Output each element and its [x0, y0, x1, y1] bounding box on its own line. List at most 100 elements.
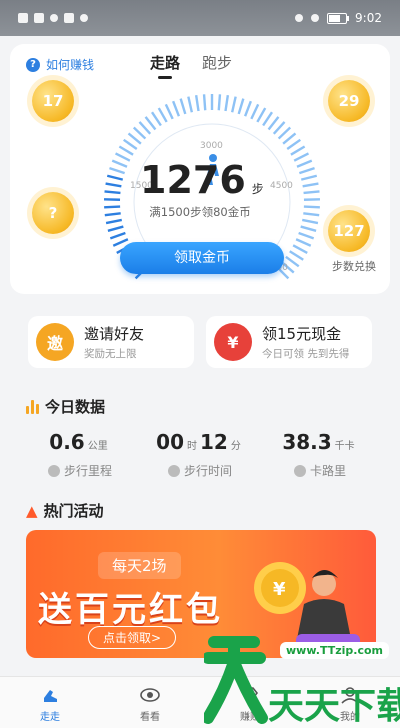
gauge-tick: [267, 116, 280, 131]
gauge-tick: [302, 182, 319, 188]
location-icon: [47, 464, 60, 477]
gauge-tick: [111, 159, 128, 168]
svg-text:¥: ¥: [273, 579, 286, 600]
notification-icon: [50, 14, 58, 22]
gauge-tick: [179, 98, 187, 115]
calories-unit: 千卡: [334, 441, 355, 452]
gauge-tick: [301, 218, 319, 225]
gauge-tick: [286, 138, 301, 151]
claim-coins-button[interactable]: 领取金币: [120, 242, 284, 274]
gauge-tick: [262, 111, 273, 127]
gauge-tick: [290, 145, 306, 156]
gauge-tick: [282, 132, 297, 145]
task-title: 领15元现金: [262, 325, 342, 343]
gauge-tick: [105, 218, 123, 225]
status-bar: 9:02: [0, 0, 400, 36]
bar-chart-icon: [26, 399, 39, 414]
gauge-tick: [144, 116, 157, 131]
gauge-tick: [298, 166, 315, 175]
nav-label: 走走: [40, 711, 60, 723]
tab-walk[interactable]: 走路: [150, 52, 180, 79]
hours-unit: 时: [187, 441, 197, 452]
gauge-tick: [123, 138, 138, 151]
today-data-title: 今日数据: [45, 398, 106, 416]
how-to-earn-label: 如何赚钱: [46, 58, 95, 72]
step-unit: 步: [251, 182, 264, 196]
calories-metric: 38.3 千卡 卡路里: [270, 430, 370, 479]
nav-walk[interactable]: 走走: [0, 677, 100, 728]
question-icon: ?: [26, 57, 40, 72]
fire-icon: ▲: [26, 501, 38, 520]
step-count: 1276 步: [140, 158, 264, 202]
nav-watch[interactable]: 看看: [100, 677, 200, 728]
gauge-tick: [109, 231, 126, 240]
bubble-coin[interactable]: 29: [328, 80, 370, 122]
hot-activities-title: 热门活动: [43, 502, 104, 520]
app-notification-icon: [64, 13, 74, 23]
gauge-tick: [224, 94, 230, 112]
gauge-tick: [157, 107, 168, 123]
reward-hint: 满1500步领80金币: [149, 205, 251, 219]
mode-tabs: 走路 跑步: [150, 52, 232, 79]
vibrate-icon: [295, 14, 304, 22]
tab-run[interactable]: 跑步: [202, 52, 232, 73]
task-subtitle: 今日可领 先到先得: [262, 348, 350, 360]
gauge-tick: [256, 107, 267, 123]
gauge-tick: [272, 121, 286, 135]
distance-label: 步行里程: [63, 464, 112, 478]
gauge-tick: [105, 182, 122, 188]
exchange-label[interactable]: 步数兑换: [332, 258, 376, 274]
gauge-tick: [151, 111, 162, 127]
gauge-tick: [172, 100, 181, 117]
clock-icon: [167, 464, 180, 477]
task-subtitle: 奖励无上限: [84, 348, 137, 360]
today-data-header: 今日数据: [26, 396, 105, 417]
red-envelope-icon: ¥: [214, 323, 252, 361]
gauge-tick: [292, 244, 308, 254]
signal-icon-2: [34, 13, 44, 23]
gauge-tick: [296, 159, 313, 168]
invite-friends-card[interactable]: 邀 邀请好友 奖励无上限: [28, 316, 194, 368]
status-time: 9:02: [355, 11, 382, 25]
gauge-tick: [104, 190, 121, 195]
gauge-tick: [300, 225, 317, 232]
gauge-tick-label: 3000: [200, 141, 223, 151]
app-screen: 9:02 ? 如何赚钱 走路 跑步 17 29 ? 127 步数兑换 0 150…: [0, 0, 400, 728]
gauge-tick: [289, 250, 304, 261]
gauge-tick: [114, 152, 131, 162]
nav-label: 看看: [140, 711, 160, 723]
calories-value: 38.3: [282, 430, 332, 454]
watermark-text: 天天下载: [268, 686, 400, 727]
gauge-tick: [132, 126, 147, 140]
time-metric: 00 时 12 分 步行时间: [150, 430, 250, 479]
gauge-tick: [164, 103, 174, 120]
calories-label: 卡路里: [309, 464, 346, 478]
hot-activities-header: ▲ 热门活动: [26, 500, 104, 521]
gauge-tick: [202, 94, 207, 111]
cash-reward-card[interactable]: ¥ 领15元现金 今日可领 先到先得: [206, 316, 372, 368]
status-icons-right: 9:02: [295, 11, 382, 25]
gauge-tick: [194, 94, 200, 112]
task-cards: 邀 邀请好友 奖励无上限 ¥ 领15元现金 今日可领 先到先得: [28, 316, 372, 368]
banner-claim-button[interactable]: 点击领取>: [88, 626, 177, 649]
gauge-tick: [298, 231, 315, 240]
gauge-tick: [295, 238, 312, 247]
bubble-coin[interactable]: 17: [32, 80, 74, 122]
today-metrics: 0.6 公里 步行里程 00 时 12 分 步行时间 38.3 千卡 卡路里: [30, 430, 370, 479]
minutes-unit: 分: [230, 441, 241, 452]
gauge-tick: [250, 103, 260, 120]
watermark-site: www.TTzip.com: [280, 642, 389, 659]
battery-icon: [327, 12, 350, 24]
gauge-tick: [127, 132, 142, 145]
banner-title: 送百元红包: [38, 590, 223, 630]
watermark: 天天下载 www.TTzip.com: [202, 612, 400, 728]
watermark-logo: 天天下载: [202, 636, 400, 727]
gauge-tick: [106, 174, 124, 181]
invite-icon: 邀: [36, 323, 74, 361]
distance-value: 0.6: [49, 430, 85, 454]
hours-value: 00: [156, 430, 184, 454]
gauge-tick: [217, 94, 222, 111]
how-to-earn-link[interactable]: ? 如何赚钱: [26, 56, 94, 73]
signal-icon: [18, 13, 28, 23]
gauge-tick: [138, 121, 152, 135]
